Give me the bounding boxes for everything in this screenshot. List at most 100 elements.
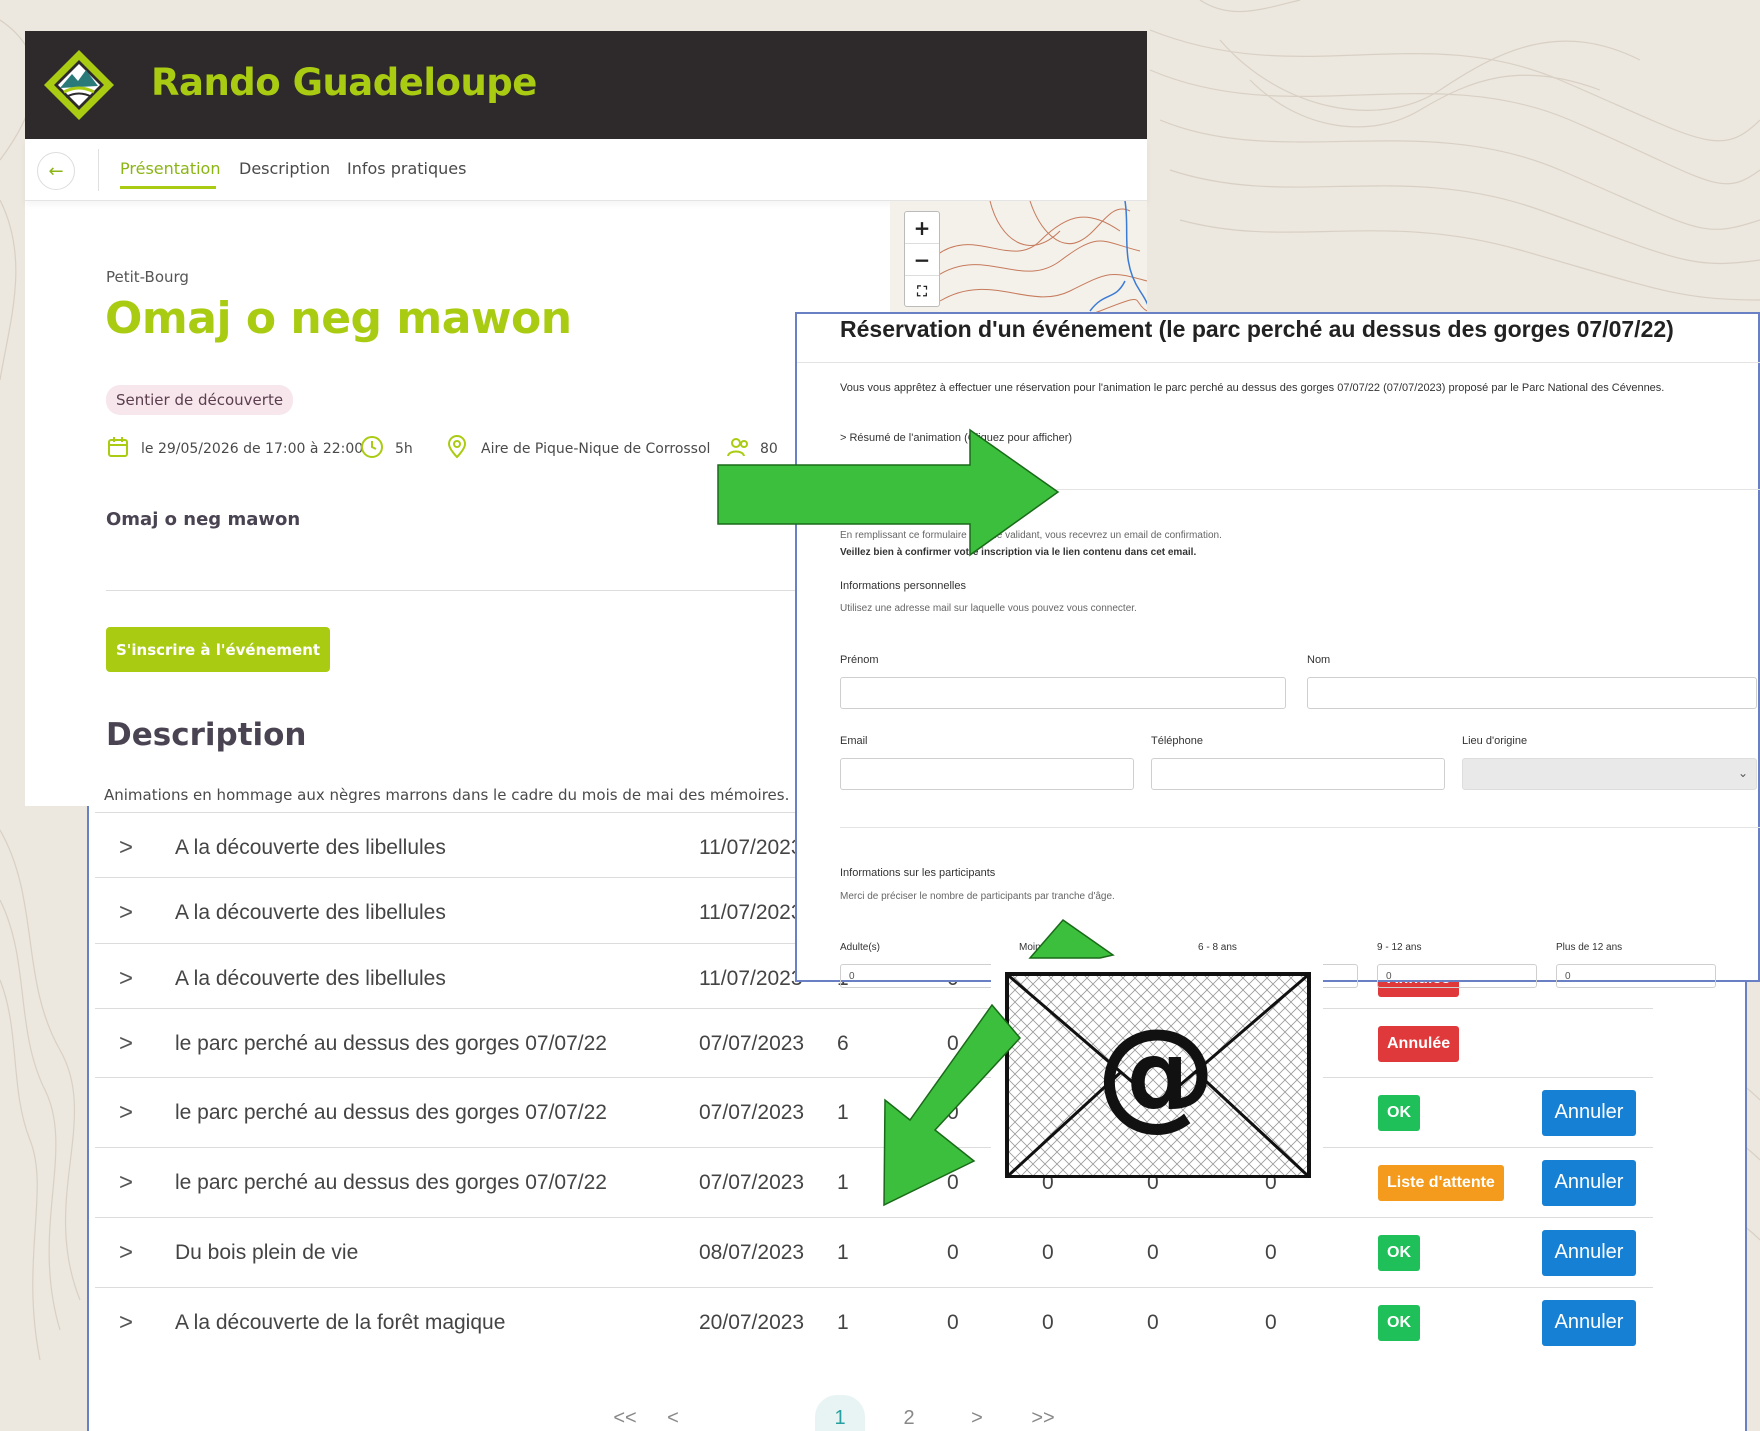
participants-heading: Informations sur les participants [840, 867, 996, 879]
confirm-text: En remplissant ce formulaire et en le va… [840, 530, 1222, 541]
mountain-logo-icon[interactable] [42, 48, 116, 122]
chevron-down-icon: ⌄ [1737, 766, 1748, 780]
table-row[interactable]: > le parc perché au dessus des gorges 07/… [95, 1147, 1653, 1217]
form-intro: Vous vous apprêtez à effectuer une réser… [840, 382, 1665, 394]
map-pin-icon [447, 435, 467, 459]
form-title: Réservation d'un événement (le parc perc… [840, 316, 1674, 342]
prenom-field[interactable] [840, 677, 1286, 709]
chevron-right-icon[interactable]: > [119, 899, 133, 927]
annuler-button[interactable]: Annuler [1542, 1299, 1636, 1346]
form-divider [840, 827, 1760, 828]
row-event-name: Du bois plein de vie [175, 1240, 359, 1264]
envelope-card: @ [991, 954, 1323, 1179]
chevron-right-icon[interactable]: > [119, 1309, 133, 1337]
row-count: 0 [947, 1100, 959, 1124]
age-9-12-input[interactable]: 0 [1377, 964, 1537, 988]
row-event-name: le parc perché au dessus des gorges 07/0… [175, 1031, 607, 1055]
age-label-adultes: Adulte(s) [840, 942, 881, 953]
arrow-left-icon: ← [48, 160, 64, 182]
row-count: 0 [947, 1310, 959, 1334]
tab-description[interactable]: Description [239, 159, 330, 178]
fullscreen-button[interactable]: ⛶ [905, 276, 939, 308]
pagination-next[interactable]: > [952, 1395, 1002, 1431]
row-event-date: 08/07/2023 [699, 1240, 805, 1264]
nom-label: Nom [1307, 654, 1331, 666]
map-zoom-controls: + − ⛶ [904, 211, 940, 307]
email-field[interactable] [840, 758, 1134, 790]
annuler-button[interactable]: Annuler [1542, 1229, 1636, 1276]
event-category-tag: Sentier de découverte [106, 385, 294, 415]
personal-info-heading: Informations personnelles [840, 580, 966, 592]
envelope-at-icon: @ [1005, 972, 1311, 1179]
telephone-label: Téléphone [1151, 735, 1203, 747]
zoom-in-button[interactable]: + [905, 212, 939, 244]
row-event-name: A la découverte des libellules [175, 900, 446, 924]
row-count: 0 [1042, 1240, 1054, 1264]
row-count: 1 [837, 1310, 849, 1334]
row-count: 1 [837, 1170, 849, 1194]
event-subtitle: Omaj o neg mawon [106, 509, 301, 530]
adultes-input[interactable]: 0 [840, 964, 1000, 988]
annuler-button[interactable]: Annuler [1542, 1159, 1636, 1206]
row-event-name: A la découverte de la forêt magique [175, 1310, 506, 1334]
personal-info-hint: Utilisez une adresse mail sur laquelle v… [840, 603, 1137, 614]
chevron-right-icon[interactable]: > [119, 965, 133, 993]
back-button[interactable]: ← [37, 152, 75, 190]
status-badge: Liste d'attente [1378, 1164, 1504, 1201]
event-place: Aire de Pique-Nique de Corrossol [481, 441, 711, 457]
pagination-last[interactable]: >> [1018, 1395, 1068, 1431]
status-badge: OK [1378, 1234, 1420, 1271]
event-tabs: ← Présentation Description Infos pratiqu… [25, 139, 1147, 201]
chevron-right-icon[interactable]: > [119, 1239, 133, 1267]
status-badge: Annulée [1378, 1025, 1460, 1062]
telephone-field[interactable] [1151, 758, 1445, 790]
email-label: Email [840, 735, 868, 747]
annuler-button[interactable]: Annuler [1542, 1089, 1636, 1136]
row-count: 0 [947, 1240, 959, 1264]
nav-separator [98, 149, 99, 191]
status-badge: OK [1378, 1304, 1420, 1341]
chevron-right-icon[interactable]: > [119, 1169, 133, 1197]
site-title[interactable]: Rando Guadeloupe [151, 61, 537, 104]
confirm-text-bold: Veillez bien à confirmer votre inscripti… [840, 547, 1197, 558]
event-duration: 5h [395, 441, 413, 457]
nom-field[interactable] [1307, 677, 1757, 709]
event-title: Omaj o neg mawon [105, 293, 572, 344]
row-event-date: 20/07/2023 [699, 1310, 805, 1334]
row-count: 0 [1042, 1310, 1054, 1334]
event-locality: Petit-Bourg [106, 268, 189, 286]
row-count: 1 [837, 1100, 849, 1124]
row-count: 0 [1147, 1240, 1159, 1264]
form-divider [840, 489, 1760, 490]
table-row[interactable]: > le parc perché au dessus des gorges 07/… [95, 1008, 1653, 1078]
subscribe-button[interactable]: S'inscrire à l'événement [106, 627, 331, 672]
age-label-moins-6: Moins de 6 ans [1019, 942, 1087, 953]
tab-presentation[interactable]: Présentation [120, 159, 220, 178]
pagination-first[interactable]: << [600, 1395, 650, 1431]
table-row[interactable]: > le parc perché au dessus des gorges 07/… [95, 1077, 1653, 1147]
plus-12-input[interactable]: 0 [1556, 964, 1716, 988]
table-row[interactable]: > Du bois plein de vie 08/07/2023 1 0 0 0 0 OK An… [95, 1217, 1653, 1287]
pagination-page-1[interactable]: 1 [815, 1395, 865, 1431]
row-count: 6 [837, 1031, 849, 1055]
clock-icon [361, 436, 383, 458]
age-label-9-12: 9 - 12 ans [1377, 942, 1422, 953]
row-count: 0 [1265, 1310, 1277, 1334]
zoom-out-button[interactable]: − [905, 244, 939, 276]
event-participants: 80 [760, 441, 778, 457]
calendar-icon [108, 437, 128, 457]
row-event-date: 11/07/2023 [699, 900, 803, 924]
pagination-page-2[interactable]: 2 [884, 1395, 934, 1431]
summary-toggle[interactable]: > Résumé de l'animation (Cliquez pour af… [840, 432, 1072, 444]
row-event-name: le parc perché au dessus des gorges 07/0… [175, 1100, 607, 1124]
chevron-right-icon[interactable]: > [119, 1030, 133, 1058]
row-count: 0 [947, 1031, 959, 1055]
pagination-prev[interactable]: < [648, 1395, 698, 1431]
chevron-right-icon[interactable]: > [119, 834, 133, 862]
chevron-right-icon[interactable]: > [119, 1099, 133, 1127]
tab-infos-pratiques[interactable]: Infos pratiques [347, 159, 466, 178]
age-label-6-8: 6 - 8 ans [1198, 942, 1237, 953]
table-row[interactable]: > A la découverte de la forêt magique 20/0… [95, 1287, 1653, 1357]
row-event-name: le parc perché au dessus des gorges 07/0… [175, 1170, 607, 1194]
lieu-select[interactable]: ⌄ [1462, 758, 1757, 790]
